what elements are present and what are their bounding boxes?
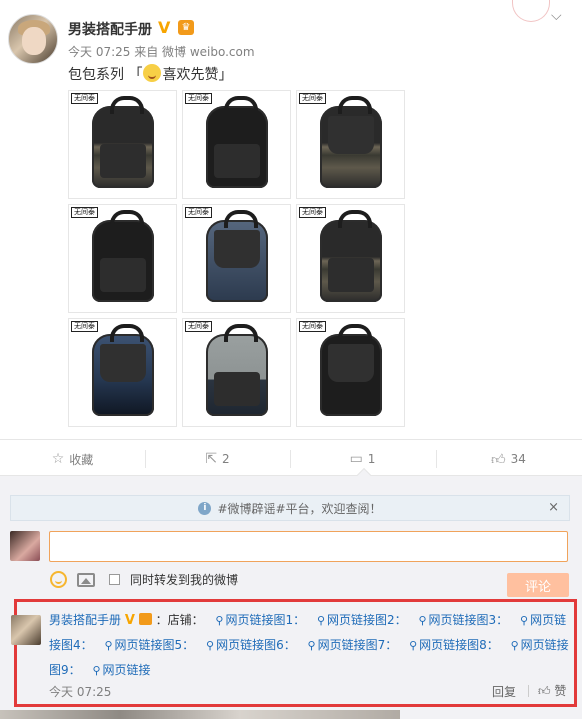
verified-icon: V	[158, 18, 171, 37]
web-link[interactable]: ⚲ 网页链接图8：	[409, 638, 499, 652]
reply-button[interactable]: 回复	[492, 683, 516, 700]
link-icon: ⚲	[316, 614, 325, 627]
link-icon: ⚲	[307, 639, 316, 652]
composer-tools: 同时转发到我的微博	[50, 571, 238, 588]
author-name[interactable]: 男装搭配手册	[68, 19, 152, 39]
web-link[interactable]: ⚲ 网页链接图1：	[215, 613, 305, 627]
member-crown-icon[interactable]	[138, 613, 152, 625]
forward-checkbox[interactable]	[109, 574, 120, 585]
backpack-image	[205, 209, 268, 302]
backpack-image	[319, 323, 382, 416]
grid-image[interactable]: 无间泰	[182, 318, 291, 427]
close-icon[interactable]: ×	[548, 500, 559, 515]
star-icon: ☆	[51, 451, 65, 467]
backpack-image	[91, 323, 154, 416]
web-link[interactable]: ⚲ 网页链接图2：	[317, 613, 407, 627]
grid-image[interactable]: 无间泰	[68, 90, 177, 199]
grid-image[interactable]: 无间泰	[182, 204, 291, 313]
author-avatar[interactable]	[8, 14, 58, 64]
link-icon: ⚲	[92, 664, 101, 677]
comment-input[interactable]	[49, 531, 568, 562]
forward-label: 同时转发到我的微博	[130, 573, 239, 587]
current-user-avatar[interactable]	[10, 531, 40, 561]
web-link[interactable]: ⚲ 网页链接图5：	[104, 638, 194, 652]
web-link[interactable]: ⚲ 网页链接图3：	[418, 613, 508, 627]
favorite-button[interactable]: ☆ 收藏	[0, 440, 145, 478]
grid-image[interactable]: 无间泰	[182, 90, 291, 199]
web-link[interactable]: ⚲ 网页链接图6：	[206, 638, 296, 652]
next-post-image	[0, 710, 400, 719]
backpack-image	[319, 95, 382, 188]
backpack-image	[319, 209, 382, 302]
emoji-icon	[143, 64, 162, 82]
grid-image[interactable]: 无间泰	[296, 318, 405, 427]
link-icon: ⚲	[409, 639, 418, 652]
backpack-image	[205, 95, 268, 188]
verified-icon: V	[124, 613, 135, 628]
grid-image[interactable]: 无间泰	[296, 204, 405, 313]
corner-stamp-icon	[512, 0, 550, 22]
comment-icon: ▭	[349, 451, 363, 467]
notice-link[interactable]: #微博辟谣#平台，欢迎查阅！	[217, 500, 381, 517]
link-icon: ⚲	[206, 639, 215, 652]
backpack-image	[91, 95, 154, 188]
like-button[interactable]: 👍︎ 34	[436, 440, 581, 478]
divider	[528, 685, 529, 697]
info-icon: i	[198, 501, 212, 515]
comment-text: 男装搭配手册 V ：店铺： ⚲ 网页链接图1： ⚲ 网页链接图2： ⚲ 网页链接图3：…	[49, 613, 569, 677]
comment-like-button[interactable]: 👍︎ 赞	[538, 682, 566, 699]
backpack-image	[205, 323, 268, 416]
submit-comment-button[interactable]: 评论	[507, 573, 569, 597]
emoji-picker-icon[interactable]	[50, 571, 67, 588]
chevron-down-icon[interactable]: ⌵	[551, 8, 562, 24]
link-icon: ⚲	[418, 614, 427, 627]
link-icon: ⚲	[215, 614, 224, 627]
link-icon: ⚲	[510, 639, 519, 652]
post-text: 包包系列 「喜欢先赞」	[68, 64, 232, 84]
image-upload-icon[interactable]	[77, 572, 95, 587]
backpack-image	[91, 209, 154, 302]
grid-image[interactable]: 无间泰	[296, 90, 405, 199]
member-crown-icon[interactable]: ♛	[178, 20, 194, 35]
post-meta: 今天 07:25 来自 微博 weibo.com	[68, 45, 255, 59]
action-bar: ☆ 收藏 ⇱ 2 ▭ 1 👍︎ 34	[0, 439, 582, 477]
link-icon: ⚲	[104, 639, 113, 652]
web-link[interactable]: ⚲ 网页链接	[92, 663, 150, 677]
link-icon: ⚲	[520, 614, 529, 627]
thumbs-up-icon: 👍︎	[538, 684, 551, 698]
grid-image[interactable]: 无间泰	[68, 318, 177, 427]
commenter-name[interactable]: 男装搭配手册	[49, 613, 121, 627]
notice-banner: i #微博辟谣#平台，欢迎查阅！ ×	[10, 495, 570, 521]
web-link[interactable]: ⚲ 网页链接图7：	[308, 638, 398, 652]
grid-image[interactable]: 无间泰	[68, 204, 177, 313]
share-icon: ⇱	[205, 451, 218, 467]
thumbs-up-icon: 👍︎	[491, 451, 506, 468]
repost-button[interactable]: ⇱ 2	[145, 440, 290, 478]
commenter-avatar[interactable]	[11, 615, 41, 645]
comment-time: 今天 07:25	[49, 685, 112, 699]
